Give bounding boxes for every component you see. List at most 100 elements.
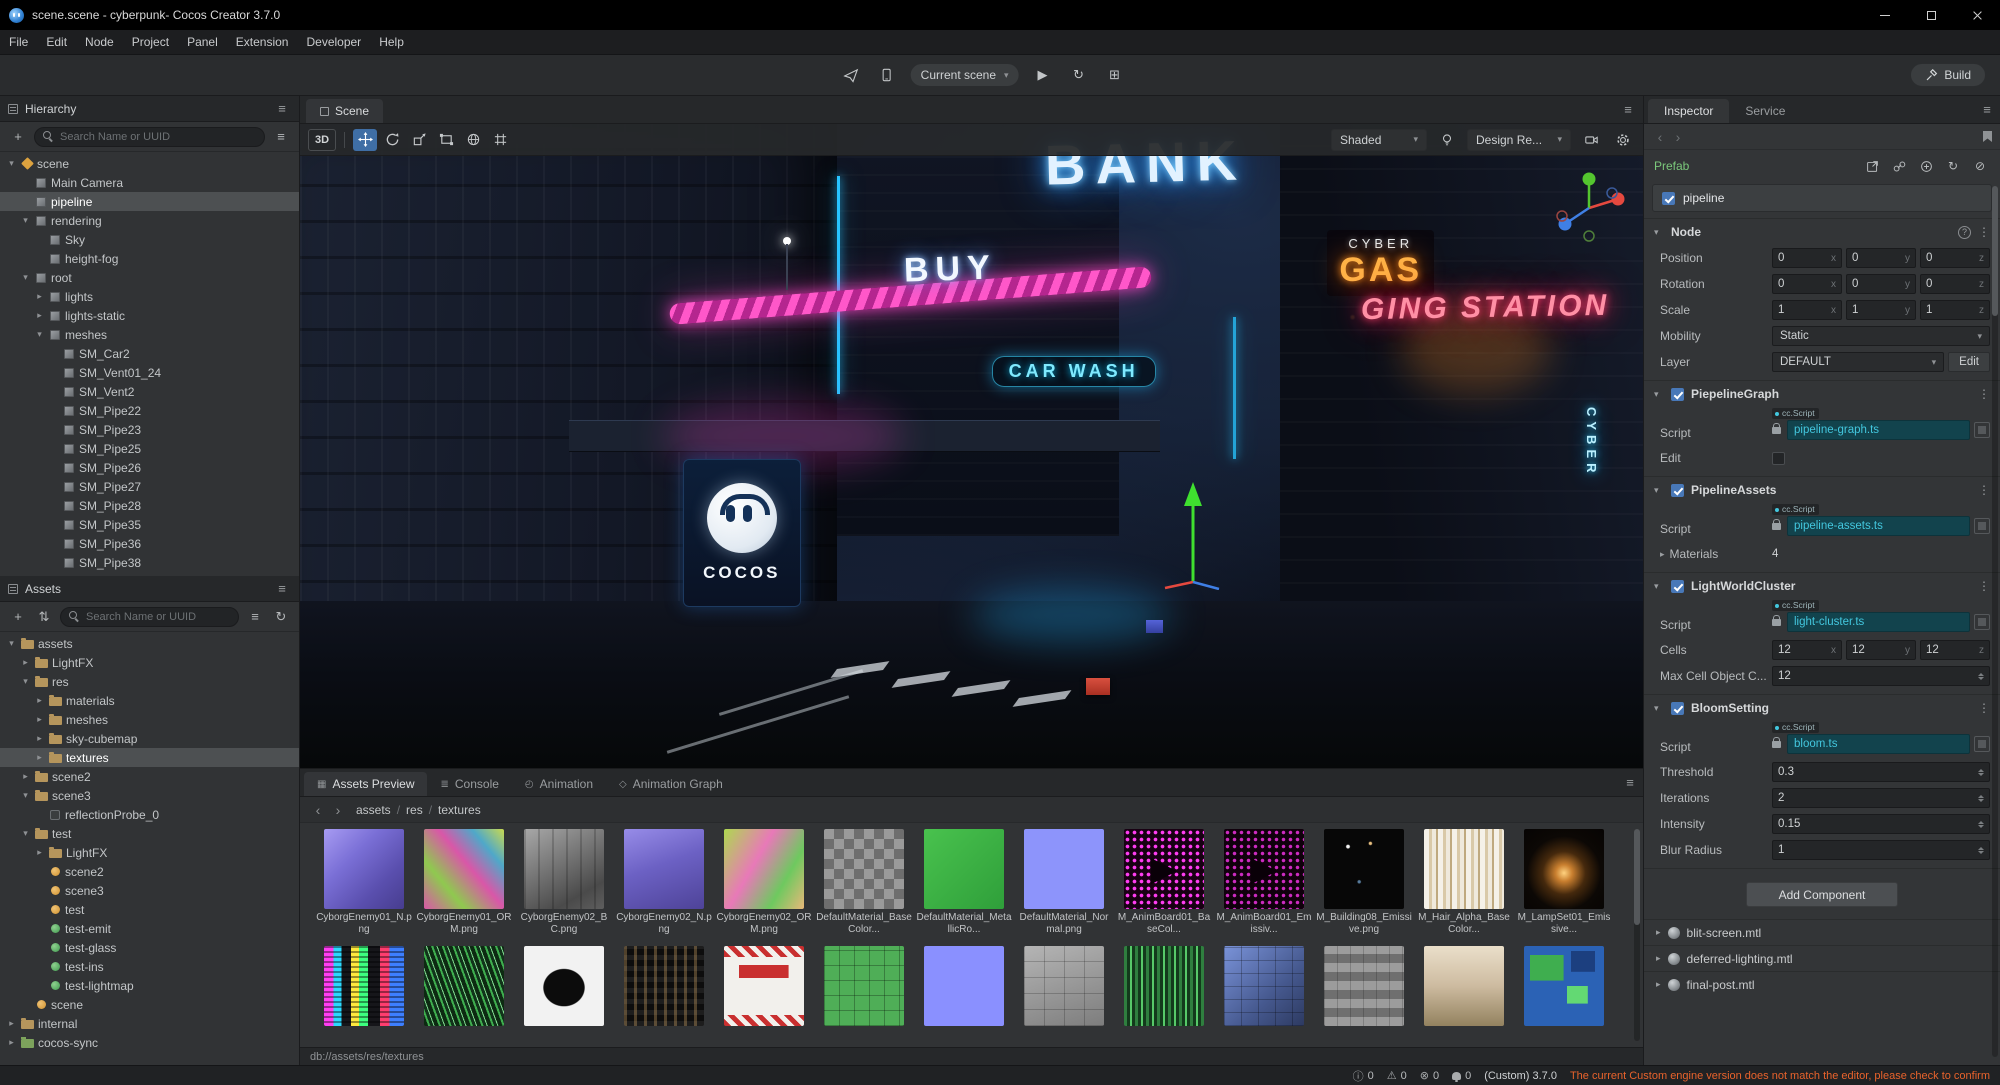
material-deferred-lighting-mtl[interactable]: ▸ deferred-lighting.mtl [1644,945,2000,971]
checkbox-edit[interactable] [1772,451,1785,465]
hierarchy-item-sm-pipe22[interactable]: SM_Pipe22 [0,401,299,420]
asset-thumb-m-building08-emissive-png[interactable]: M_Building08_Emissive.png [1314,829,1414,936]
tab-inspector[interactable]: Inspector [1648,99,1730,123]
menu-developer[interactable]: Developer [297,30,370,54]
maximize-button[interactable] [1908,0,1954,30]
breadcrumb-res[interactable]: res [406,803,423,817]
asset-thumb-cyborgenemy02-bc-png[interactable]: CyborgEnemy02_BC.png [514,829,614,936]
assets-item-assets[interactable]: ▾ assets [0,634,299,653]
section-header-pipelineassets[interactable]: ▾ PipelineAssets ⋮ [1644,477,2000,503]
asset-thumb[interactable] [1514,946,1614,1026]
assets-item-lightfx[interactable]: ▸ LightFX [0,843,299,862]
inspector-scrollbar[interactable] [1992,186,1998,1057]
import-asset-icon[interactable]: ⇅ [34,607,54,627]
menu-file[interactable]: File [0,30,37,54]
hierarchy-item-sm-pipe36[interactable]: SM_Pipe36 [0,534,299,553]
assets-item-scene[interactable]: scene [0,995,299,1014]
script-asset-field[interactable]: bloom.ts [1787,734,1970,754]
disable-icon[interactable]: ⊘ [1970,156,1990,176]
minimize-button[interactable] [1862,0,1908,30]
inspector-back-icon[interactable]: ‹ [1652,129,1668,145]
refresh-icon[interactable]: ↻ [1943,156,1963,176]
material-blit-screen-mtl[interactable]: ▸ blit-screen.mtl [1644,919,2000,945]
expand-arrow-icon[interactable]: ▸ [34,714,45,725]
script-asset-field[interactable]: pipeline-graph.ts [1787,420,1970,440]
asset-thumb-cyborgenemy01-orm-png[interactable]: CyborgEnemy01_ORM.png [414,829,514,936]
menu-panel[interactable]: Panel [178,30,227,54]
vector-field-z[interactable]: 0z [1920,248,1990,268]
asset-thumb[interactable] [1314,946,1414,1026]
asset-thumb[interactable] [814,946,914,1026]
asset-thumb[interactable] [314,946,414,1026]
vector-field-x[interactable]: 0x [1772,248,1842,268]
number-field-iterations[interactable]: 2 [1772,788,1990,808]
refresh-button[interactable]: ↻ [1066,63,1092,87]
asset-thumb[interactable] [614,946,714,1026]
asset-thumb-cyborgenemy01-n-png[interactable]: CyborgEnemy01_N.png [314,829,414,936]
assets-item-test[interactable]: ▾ test [0,824,299,843]
translate-gizmo[interactable] [1153,478,1233,593]
unlink-prefab-icon[interactable] [1889,156,1909,176]
asset-thumb[interactable] [914,946,1014,1026]
create-node-button[interactable]: + [8,127,28,147]
device-select-icon[interactable] [874,63,900,87]
close-button[interactable] [1954,0,2000,30]
expand-arrow-icon[interactable]: ▾ [20,828,31,839]
add-component-button[interactable]: Add Component [1746,882,1898,907]
section-menu-icon[interactable]: ⋮ [1978,483,1990,497]
expand-arrow-icon[interactable]: ▸ [34,847,45,858]
warning-count[interactable]: ⚠ 0 [1387,1069,1407,1083]
light-toggle-icon[interactable] [1435,129,1459,151]
assets-item-reflectionprobe-0[interactable]: reflectionProbe_0 [0,805,299,824]
asset-thumb[interactable] [1014,946,1114,1026]
asset-thumb-defaultmaterial-metallicro[interactable]: DefaultMaterial_MetallicRo... [914,829,1014,936]
breadcrumb-textures[interactable]: textures [438,803,481,817]
asset-thumb-m-animboard01-basecol[interactable]: ▶ M_AnimBoard01_BaseCol... [1114,829,1214,936]
dropdown-layer[interactable]: DEFAULT ▾ [1772,352,1945,372]
number-field-max-cell-object-c[interactable]: 12 [1772,666,1990,686]
assets-item-test-lightmap[interactable]: test-lightmap [0,976,299,995]
assets-refresh-icon[interactable]: ↻ [271,607,291,627]
section-header-node[interactable]: ▾ Node? ⋮ [1644,219,2000,245]
asset-thumb-m-lampset01-emissive[interactable]: M_LampSet01_Emissive... [1514,829,1614,936]
script-asset-field[interactable]: pipeline-assets.ts [1787,516,1970,536]
3d-mode-button[interactable]: 3D [308,128,336,151]
section-header-bloomsetting[interactable]: ▾ BloomSetting ⋮ [1644,695,2000,721]
expand-arrow-icon[interactable]: ▸ [34,752,45,763]
asset-thumb[interactable] [1214,946,1314,1026]
hierarchy-list-mode-icon[interactable]: ≡ [271,127,291,147]
select-asset-icon[interactable] [1974,736,1990,752]
open-prefab-icon[interactable] [1862,156,1882,176]
hierarchy-item-sm-pipe27[interactable]: SM_Pipe27 [0,477,299,496]
vector-field-y[interactable]: 0y [1846,248,1916,268]
material-final-post-mtl[interactable]: ▸ final-post.mtl [1644,971,2000,997]
expand-arrow-icon[interactable]: ▸ [20,657,31,668]
expand-arrow-icon[interactable]: ▸ [34,733,45,744]
inspector-menu-icon[interactable]: ≡ [1978,102,1996,117]
vector-field-y[interactable]: 12 y [1846,640,1916,660]
collapse-arrow-icon[interactable]: ▾ [1654,703,1664,714]
assets-item-scene2[interactable]: ▸ scene2 [0,767,299,786]
component-enabled-checkbox[interactable] [1671,701,1684,715]
assets-item-internal[interactable]: ▸ internal [0,1014,299,1033]
number-field-intensity[interactable]: 0.15 [1772,814,1990,834]
snap-tool[interactable] [488,129,512,151]
camera-preset-select[interactable]: Design Re... ▾ [1467,128,1571,151]
component-enabled-checkbox[interactable] [1671,579,1684,593]
expand-arrow-icon[interactable]: ▸ [20,771,31,782]
number-field-threshold[interactable]: 0.3 [1772,762,1990,782]
hierarchy-item-sm-pipe28[interactable]: SM_Pipe28 [0,496,299,515]
assets-item-materials[interactable]: ▸ materials [0,691,299,710]
world-space-tool[interactable] [461,129,485,151]
collapse-arrow-icon[interactable]: ▾ [1654,581,1664,592]
engine-warning-message[interactable]: The current Custom engine version does n… [1570,1070,1990,1082]
hierarchy-item-rendering[interactable]: ▾ rendering [0,211,299,230]
collapse-arrow-icon[interactable]: ▾ [1654,227,1664,238]
hierarchy-item-sky[interactable]: Sky [0,230,299,249]
create-asset-button[interactable]: + [8,607,28,627]
inspector-forward-icon[interactable]: › [1670,129,1686,145]
assets-item-scene3[interactable]: ▾ scene3 [0,786,299,805]
scene-panel-menu-icon[interactable]: ≡ [1619,102,1637,117]
layout-button[interactable]: ⊞ [1102,63,1128,87]
expand-arrow-icon[interactable]: ▾ [20,215,31,226]
